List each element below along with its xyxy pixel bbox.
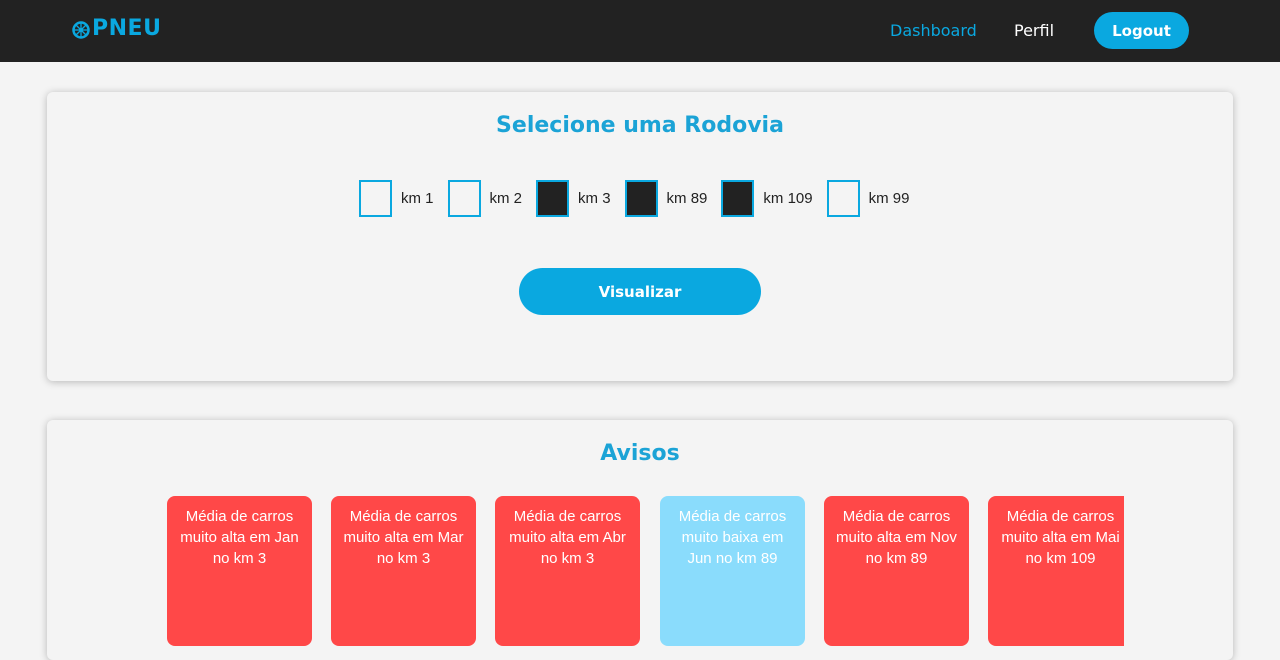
alerts-list[interactable]: Média de carros muito alta em Jan no km … xyxy=(167,496,1124,660)
km-checkbox[interactable] xyxy=(359,180,392,217)
alert-card: Média de carros muito baixa em Jun no km… xyxy=(660,496,805,646)
km-checkbox[interactable] xyxy=(624,180,658,217)
alert-card: Média de carros muito alta em Jan no km … xyxy=(167,496,312,646)
km-option-99[interactable]: km 99 xyxy=(826,180,910,217)
km-label: km 3 xyxy=(578,190,611,207)
wheel-icon xyxy=(72,20,90,39)
km-checkbox-group: km 1 km 2 km 3 km 89 km 109 km 99 xyxy=(359,180,923,217)
avisos-title: Avisos xyxy=(600,441,680,466)
nav-link-dashboard[interactable]: Dashboard xyxy=(890,21,977,40)
alert-card: Média de carros muito alta em Nov no km … xyxy=(824,496,969,646)
km-label: km 89 xyxy=(666,190,708,207)
alert-card: Média de carros muito alta em Mar no km … xyxy=(331,496,476,646)
km-checkbox[interactable] xyxy=(447,180,481,217)
km-option-2[interactable]: km 2 xyxy=(447,180,523,217)
km-option-3[interactable]: km 3 xyxy=(536,180,611,217)
alert-card: Média de carros muito alta em Mai no km … xyxy=(988,496,1124,646)
brand-name: PNEU xyxy=(92,16,162,41)
km-checkbox[interactable] xyxy=(721,180,755,217)
visualizar-button[interactable]: Visualizar xyxy=(519,268,761,315)
km-label: km 99 xyxy=(868,190,910,207)
brand-logo[interactable]: PNEU xyxy=(72,16,161,41)
km-checkbox[interactable] xyxy=(536,180,570,217)
km-checkbox[interactable] xyxy=(826,180,860,217)
km-label: km 109 xyxy=(763,190,813,207)
km-option-89[interactable]: km 89 xyxy=(624,180,708,217)
rodovia-title: Selecione uma Rodovia xyxy=(496,113,784,138)
km-label: km 1 xyxy=(401,190,434,207)
alert-card: Média de carros muito alta em Abr no km … xyxy=(495,496,640,646)
avisos-card: Avisos Média de carros muito alta em Jan… xyxy=(47,420,1233,660)
km-option-1[interactable]: km 1 xyxy=(359,180,434,217)
top-navbar: PNEU Dashboard Perfil Logout xyxy=(0,0,1280,62)
nav-link-perfil[interactable]: Perfil xyxy=(1014,21,1054,40)
km-label: km 2 xyxy=(489,190,523,207)
logout-button[interactable]: Logout xyxy=(1094,12,1189,49)
km-option-109[interactable]: km 109 xyxy=(721,180,813,217)
rodovia-selection-card: Selecione uma Rodovia km 1 km 2 km 3 km … xyxy=(47,92,1233,381)
